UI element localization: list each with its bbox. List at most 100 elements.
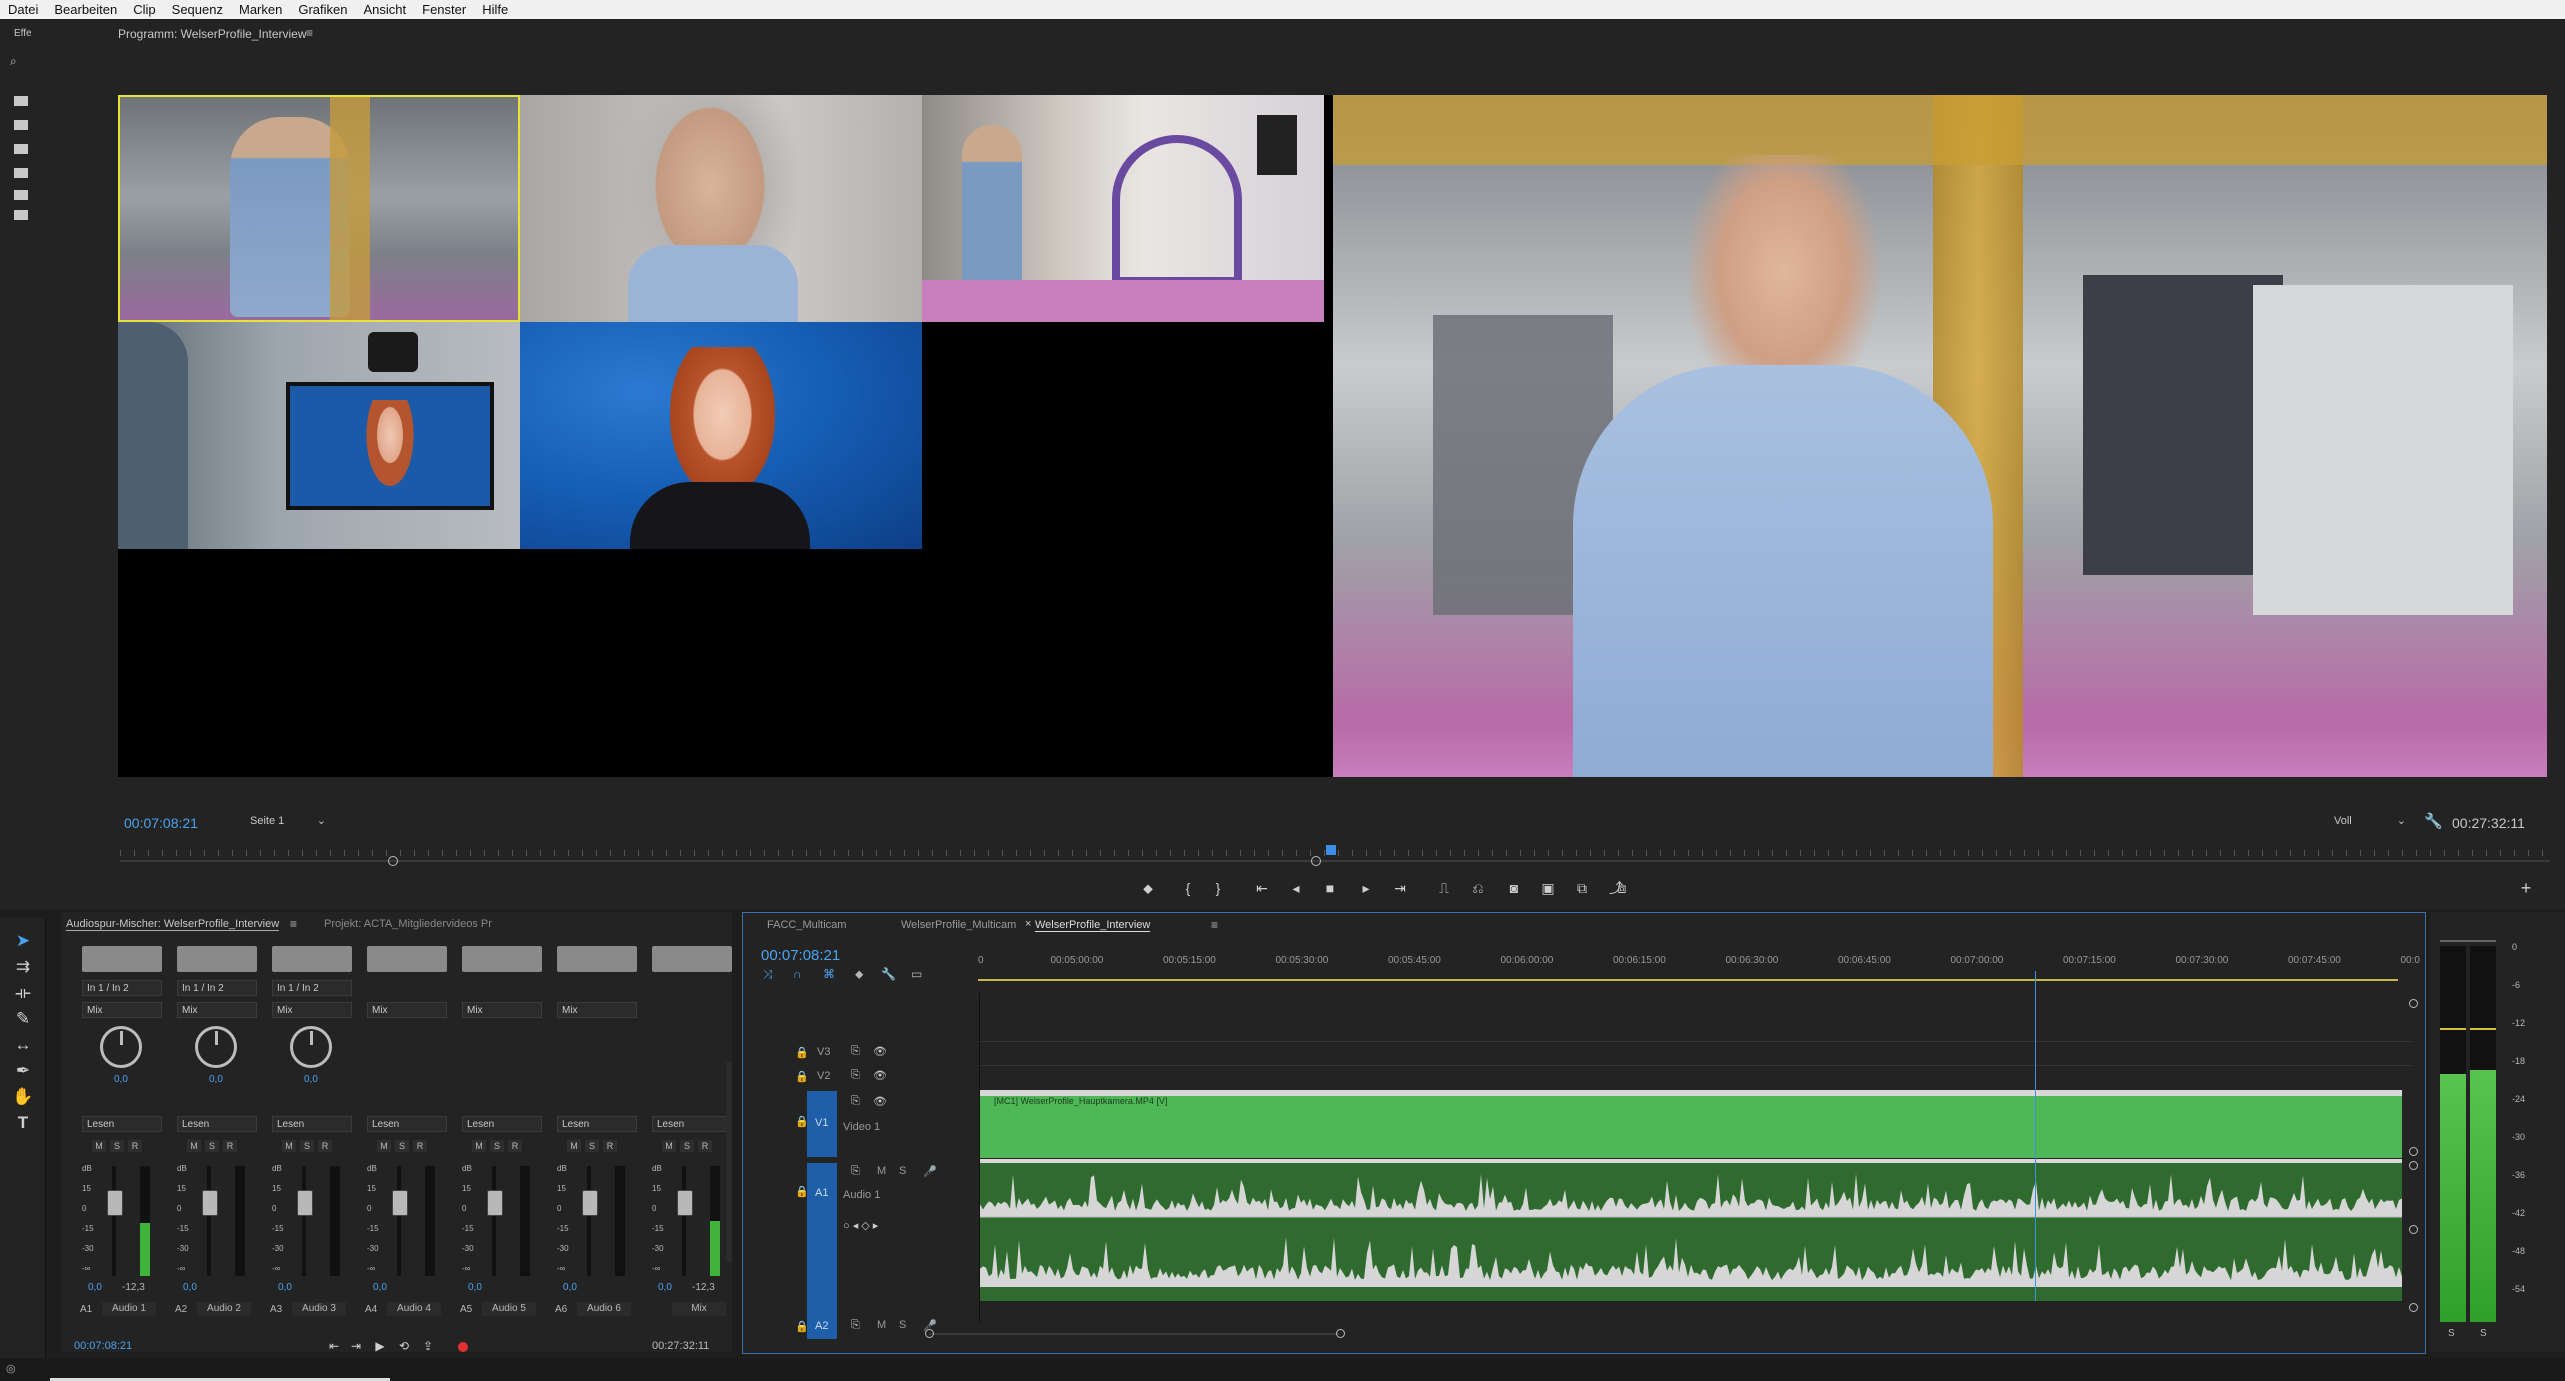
- channel-header[interactable]: [272, 946, 352, 972]
- sync-icon[interactable]: ⎘: [851, 1045, 860, 1058]
- slip-tool-icon[interactable]: ↔: [11, 1034, 35, 1056]
- volume-fader-track[interactable]: [207, 1166, 211, 1276]
- pan-knob[interactable]: [100, 1026, 142, 1068]
- solo-button[interactable]: S: [899, 1319, 906, 1331]
- zoom-handle[interactable]: [2409, 1161, 2418, 1170]
- volume-fader-track[interactable]: [682, 1166, 686, 1276]
- mark-out-button[interactable]: }: [1208, 879, 1228, 897]
- folder-icon[interactable]: [14, 210, 28, 220]
- scroll-handle-left[interactable]: [925, 1329, 934, 1338]
- track-name[interactable]: Audio 3: [292, 1302, 346, 1316]
- wrench-icon[interactable]: 🔧: [881, 967, 896, 981]
- status-icon[interactable]: ◎: [6, 1362, 16, 1375]
- channel-header[interactable]: [652, 946, 732, 972]
- camera-5-view[interactable]: [520, 322, 922, 549]
- zoom-handle[interactable]: [2409, 1147, 2418, 1156]
- page-dropdown[interactable]: Seite 1 ⌄: [246, 813, 330, 829]
- camera-4-view[interactable]: [118, 322, 520, 549]
- video-clip[interactable]: [MC1] WelserProfile_Hauptkamera.MP4 [V]: [980, 1090, 2402, 1158]
- razor-tool-icon[interactable]: ✎: [11, 1008, 35, 1030]
- zoom-handle[interactable]: [2409, 1225, 2418, 1234]
- keyframe-nav-icon[interactable]: ○ ◂ ◇ ▸: [843, 1219, 878, 1232]
- work-area-bar[interactable]: [978, 979, 2398, 981]
- menu-item-5[interactable]: Grafiken: [290, 0, 355, 19]
- zoom-handle[interactable]: [2409, 999, 2418, 1008]
- lock-icon[interactable]: 🔒: [795, 1070, 809, 1083]
- compare-button[interactable]: ⧈: [1612, 879, 1632, 897]
- camera-3-view[interactable]: [922, 95, 1324, 322]
- mute-button[interactable]: M: [662, 1140, 676, 1152]
- solo-button[interactable]: S: [395, 1140, 409, 1152]
- mute-button[interactable]: M: [377, 1140, 391, 1152]
- mixer-scrollbar[interactable]: [726, 1062, 732, 1262]
- menu-item-2[interactable]: Clip: [125, 0, 163, 19]
- multicam-toggle-button[interactable]: ▣: [1538, 879, 1558, 897]
- eye-icon[interactable]: 👁: [873, 1045, 887, 1058]
- channel-header[interactable]: [462, 946, 542, 972]
- sync-icon[interactable]: ⎘: [851, 1319, 860, 1332]
- add-button[interactable]: +: [2516, 879, 2536, 897]
- camera-2-view[interactable]: [520, 95, 922, 322]
- record-arm-button[interactable]: R: [603, 1140, 617, 1152]
- record-button[interactable]: [458, 1342, 468, 1352]
- timeline-tab-0[interactable]: FACC_Multicam: [767, 919, 846, 931]
- track-name[interactable]: Audio 5: [482, 1302, 536, 1316]
- solo-left-button[interactable]: S: [2448, 1328, 2455, 1339]
- mute-button[interactable]: M: [567, 1140, 581, 1152]
- play-button[interactable]: ▶: [370, 1337, 390, 1355]
- menu-item-8[interactable]: Hilfe: [474, 0, 516, 19]
- mute-button[interactable]: M: [877, 1319, 886, 1331]
- program-main-view[interactable]: [1333, 95, 2547, 777]
- go-to-out-button[interactable]: ⇥: [1390, 879, 1410, 897]
- volume-fader-handle[interactable]: [202, 1190, 218, 1216]
- selection-tool-icon[interactable]: ➤: [11, 930, 35, 952]
- add-marker-button[interactable]: ⬥: [1138, 879, 1158, 897]
- sync-icon[interactable]: ⎘: [851, 1095, 860, 1108]
- extract-button[interactable]: ⎌: [1468, 879, 1488, 897]
- mode-dropdown[interactable]: Mix: [462, 1002, 542, 1018]
- export-frame-button[interactable]: ◙: [1504, 879, 1524, 897]
- solo-button[interactable]: S: [585, 1140, 599, 1152]
- microphone-icon[interactable]: 🎤: [923, 1165, 937, 1178]
- lock-icon[interactable]: 🔒: [795, 1320, 809, 1333]
- mute-button[interactable]: M: [92, 1140, 106, 1152]
- channel-header[interactable]: [367, 946, 447, 972]
- wrench-icon[interactable]: 🔧: [2424, 812, 2443, 830]
- audio-clip-right[interactable]: [980, 1231, 2402, 1301]
- channel-header[interactable]: [557, 946, 637, 972]
- solo-right-button[interactable]: S: [2480, 1328, 2487, 1339]
- record-arm-button[interactable]: R: [318, 1140, 332, 1152]
- mute-button[interactable]: M: [187, 1140, 201, 1152]
- timeline-timecode[interactable]: 00:07:08:21: [761, 947, 840, 964]
- panel-menu-icon[interactable]: ≡: [1211, 918, 1218, 932]
- menu-item-6[interactable]: Ansicht: [355, 0, 414, 19]
- quality-dropdown[interactable]: Voll ⌄: [2330, 813, 2410, 829]
- automation-dropdown[interactable]: Lesen: [272, 1116, 352, 1132]
- close-tab-icon[interactable]: ×: [1025, 918, 1031, 930]
- menu-item-0[interactable]: Datei: [0, 0, 46, 19]
- ripple-edit-icon[interactable]: ⟛: [11, 982, 35, 1004]
- scroll-handle-right[interactable]: [1336, 1329, 1345, 1338]
- automation-dropdown[interactable]: Lesen: [462, 1116, 542, 1132]
- search-icon[interactable]: ⌕: [10, 54, 17, 69]
- solo-button[interactable]: S: [680, 1140, 694, 1152]
- timeline-ruler[interactable]: 0 00:05:00:00 00:05:15:00 00:05:30:00 00:05:…: [978, 955, 2420, 975]
- pen-tool-icon[interactable]: ✒: [11, 1060, 35, 1082]
- folder-icon[interactable]: [14, 120, 28, 130]
- timeline-tab-1[interactable]: WelserProfile_Multicam: [901, 919, 1016, 931]
- menu-item-3[interactable]: Sequenz: [164, 0, 231, 19]
- folder-icon[interactable]: [14, 96, 28, 106]
- left-panel-tab[interactable]: Effe: [14, 28, 32, 39]
- mark-in-button[interactable]: {: [1178, 879, 1198, 897]
- eye-icon[interactable]: 👁: [873, 1069, 887, 1082]
- track-name[interactable]: Audio 1: [102, 1302, 156, 1316]
- solo-button[interactable]: S: [300, 1140, 314, 1152]
- linked-selection-icon[interactable]: ⌘: [823, 967, 835, 981]
- menu-item-7[interactable]: Fenster: [414, 0, 474, 19]
- go-to-in-button[interactable]: ⇤: [324, 1337, 344, 1355]
- playhead-line[interactable]: [2035, 971, 2037, 1301]
- record-arm-button[interactable]: R: [413, 1140, 427, 1152]
- record-arm-button[interactable]: R: [223, 1140, 237, 1152]
- volume-fader-handle[interactable]: [582, 1190, 598, 1216]
- mode-dropdown[interactable]: Mix: [177, 1002, 257, 1018]
